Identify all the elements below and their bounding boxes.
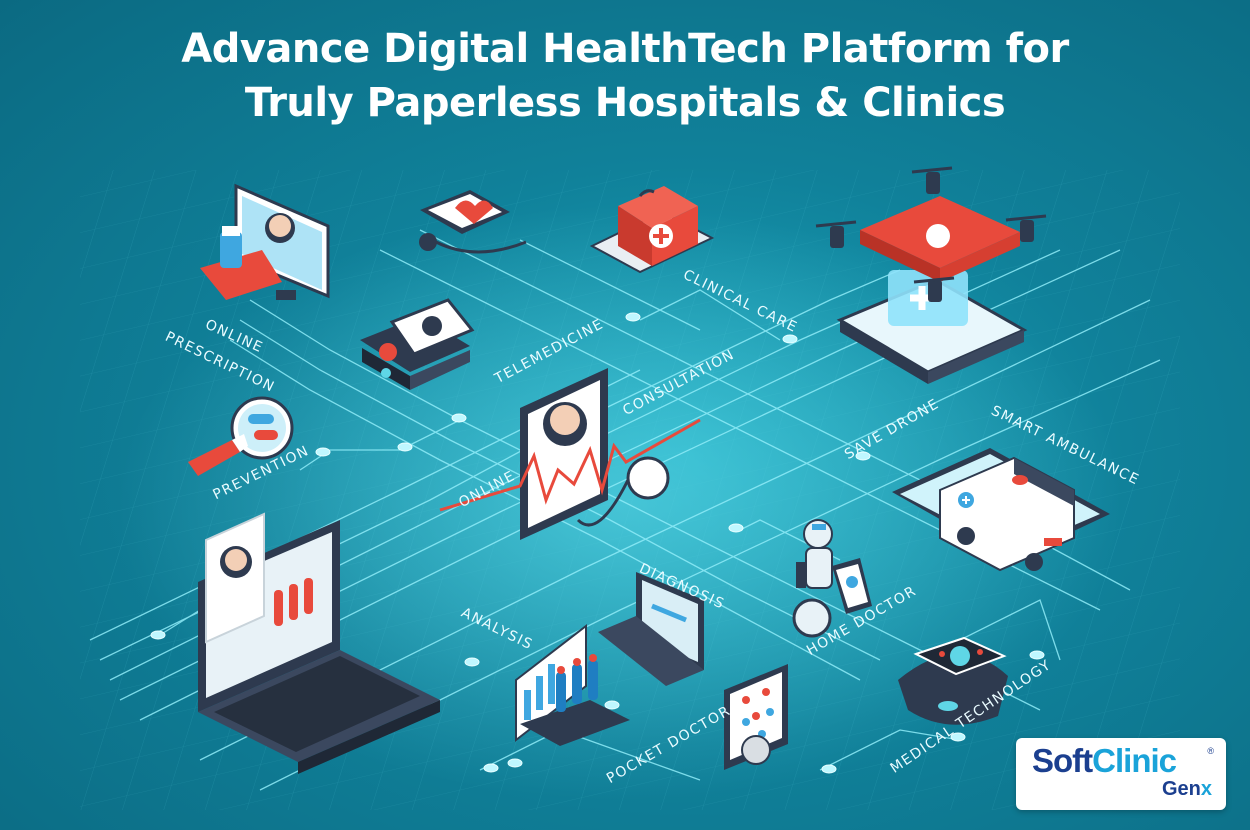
logo-genx: Genx xyxy=(1162,778,1212,801)
logo-x: x xyxy=(1200,778,1212,800)
logo-clinic: Clinic xyxy=(1092,742,1177,779)
logo-gen: Gen xyxy=(1161,778,1201,800)
logo-registered: ® xyxy=(1207,746,1214,756)
logo-wordmark: SoftClinic xyxy=(1032,742,1177,780)
softclinic-logo: SoftClinic ® Genx xyxy=(1016,738,1226,810)
logo-soft: Soft xyxy=(1032,742,1093,779)
